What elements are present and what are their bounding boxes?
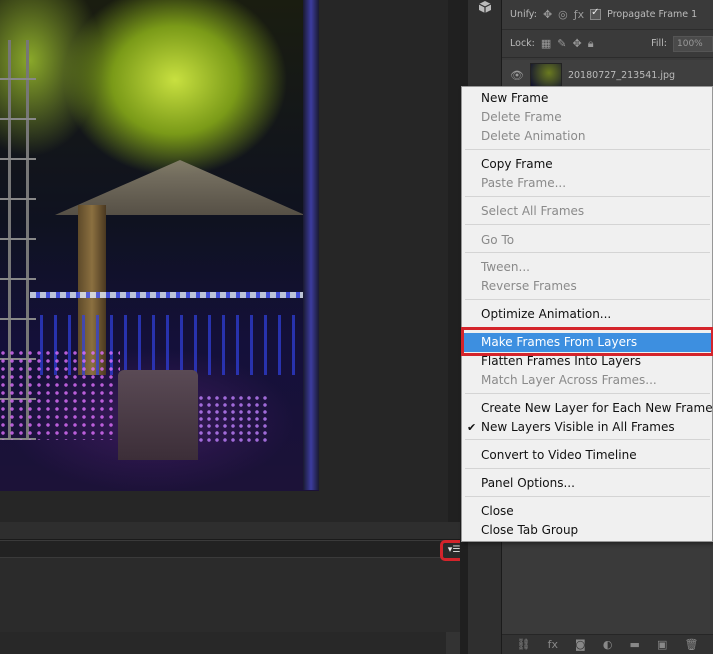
menu-item-paste-frame[interactable]: Paste Frame... xyxy=(462,174,712,193)
menu-item-convert-to-video-timeline[interactable]: Convert to Video Timeline xyxy=(462,446,712,465)
lock-all-icon[interactable]: 🔒︎ xyxy=(588,37,594,51)
menu-item-label: New Layers Visible in All Frames xyxy=(481,420,675,434)
panel-menu-icon: ▾☰ xyxy=(447,545,461,555)
lock-row: Lock: ▦ ✎ ✥ 🔒︎ Fill: 100% xyxy=(502,30,713,58)
lock-brush-icon[interactable]: ✎ xyxy=(557,37,566,50)
menu-separator xyxy=(465,468,710,469)
lock-transparent-icon[interactable]: ▦ xyxy=(541,37,551,50)
timeline-scrollbar[interactable] xyxy=(446,632,460,654)
menu-item-go-to[interactable]: Go To xyxy=(462,231,712,250)
menu-separator xyxy=(465,496,710,497)
propagate-label: Propagate Frame 1 xyxy=(607,9,698,20)
menu-item-create-new-layer-each-frame[interactable]: Create New Layer for Each New Frame xyxy=(462,399,713,418)
menu-item-new-frame[interactable]: New Frame xyxy=(462,89,712,108)
menu-item-optimize-animation[interactable]: Optimize Animation... xyxy=(462,305,712,324)
menu-item-tween[interactable]: Tween... xyxy=(462,258,712,277)
menu-item-copy-frame[interactable]: Copy Frame xyxy=(462,155,712,174)
photo-purple-lights-2 xyxy=(190,395,270,445)
eye-icon[interactable]: 👁︎ xyxy=(510,69,524,82)
layer-name: 20180727_213541.jpg xyxy=(567,69,676,81)
timeline-footer xyxy=(0,632,446,654)
menu-item-select-all-frames[interactable]: Select All Frames xyxy=(462,202,712,221)
unify-label: Unify: xyxy=(510,9,537,20)
menu-item-flatten-frames-into-layers[interactable]: Flatten Frames Into Layers xyxy=(462,352,712,371)
menu-separator xyxy=(465,393,710,394)
menu-item-delete-animation[interactable]: Delete Animation xyxy=(462,127,712,146)
menu-separator xyxy=(465,327,710,328)
photo-river-lights xyxy=(30,292,319,298)
menu-separator xyxy=(465,299,710,300)
menu-item-delete-frame[interactable]: Delete Frame xyxy=(462,108,712,127)
unify-row: Unify: ✥ ◎ ƒx Propagate Frame 1 xyxy=(502,0,713,30)
menu-separator xyxy=(465,224,710,225)
timeline-divider[interactable] xyxy=(0,522,460,540)
mask-icon[interactable]: ◙ xyxy=(575,638,586,651)
menu-item-close[interactable]: Close xyxy=(462,502,712,521)
new-layer-icon[interactable]: ▣ xyxy=(657,638,667,651)
unify-visibility-icon[interactable]: ◎ xyxy=(558,8,568,21)
timeline-context-menu: New Frame Delete Frame Delete Animation … xyxy=(461,86,713,542)
menu-item-reverse-frames[interactable]: Reverse Frames xyxy=(462,277,712,296)
menu-item-make-frames-from-layers[interactable]: Make Frames From Layers xyxy=(462,333,712,352)
menu-separator xyxy=(465,439,710,440)
menu-separator xyxy=(465,196,710,197)
menu-separator xyxy=(465,252,710,253)
menu-item-new-layers-visible[interactable]: ✔ New Layers Visible in All Frames xyxy=(462,418,712,437)
fx-icon[interactable]: fx xyxy=(548,638,558,651)
layer-thumbnail xyxy=(529,63,562,87)
propagate-checkbox[interactable] xyxy=(590,7,602,20)
link-icon[interactable]: ⛓︎ xyxy=(517,638,531,651)
menu-item-panel-options[interactable]: Panel Options... xyxy=(462,474,712,493)
lock-label: Lock: xyxy=(510,38,535,49)
fill-label: Fill: xyxy=(651,38,667,49)
menu-item-match-layer-across-frames[interactable]: Match Layer Across Frames... xyxy=(462,371,712,390)
photo-purple-lights xyxy=(0,350,120,440)
canvas-scrollbar[interactable] xyxy=(448,0,460,522)
checkmark-icon: ✔ xyxy=(467,421,477,434)
lock-move-icon[interactable]: ✥ xyxy=(573,37,582,50)
fill-input[interactable]: 100% xyxy=(673,35,713,52)
timeline-header xyxy=(0,540,460,558)
unify-style-icon[interactable]: ƒx xyxy=(574,8,584,21)
menu-separator xyxy=(465,149,710,150)
layers-footer: ⛓︎ fx ◙ ◐ ▬ ▣ 🗑︎ xyxy=(502,634,713,654)
adjustment-icon[interactable]: ◐ xyxy=(603,638,613,651)
unify-position-icon[interactable]: ✥ xyxy=(543,8,552,21)
photo-bench xyxy=(118,370,198,460)
folder-icon[interactable]: ▬ xyxy=(630,638,640,651)
3d-cube-icon[interactable] xyxy=(475,0,495,14)
photo-lamppost xyxy=(303,0,319,490)
trash-icon[interactable]: 🗑︎ xyxy=(684,638,698,651)
menu-item-close-tab-group[interactable]: Close Tab Group xyxy=(462,521,712,540)
canvas-area[interactable] xyxy=(0,0,448,522)
document-image xyxy=(0,0,319,491)
